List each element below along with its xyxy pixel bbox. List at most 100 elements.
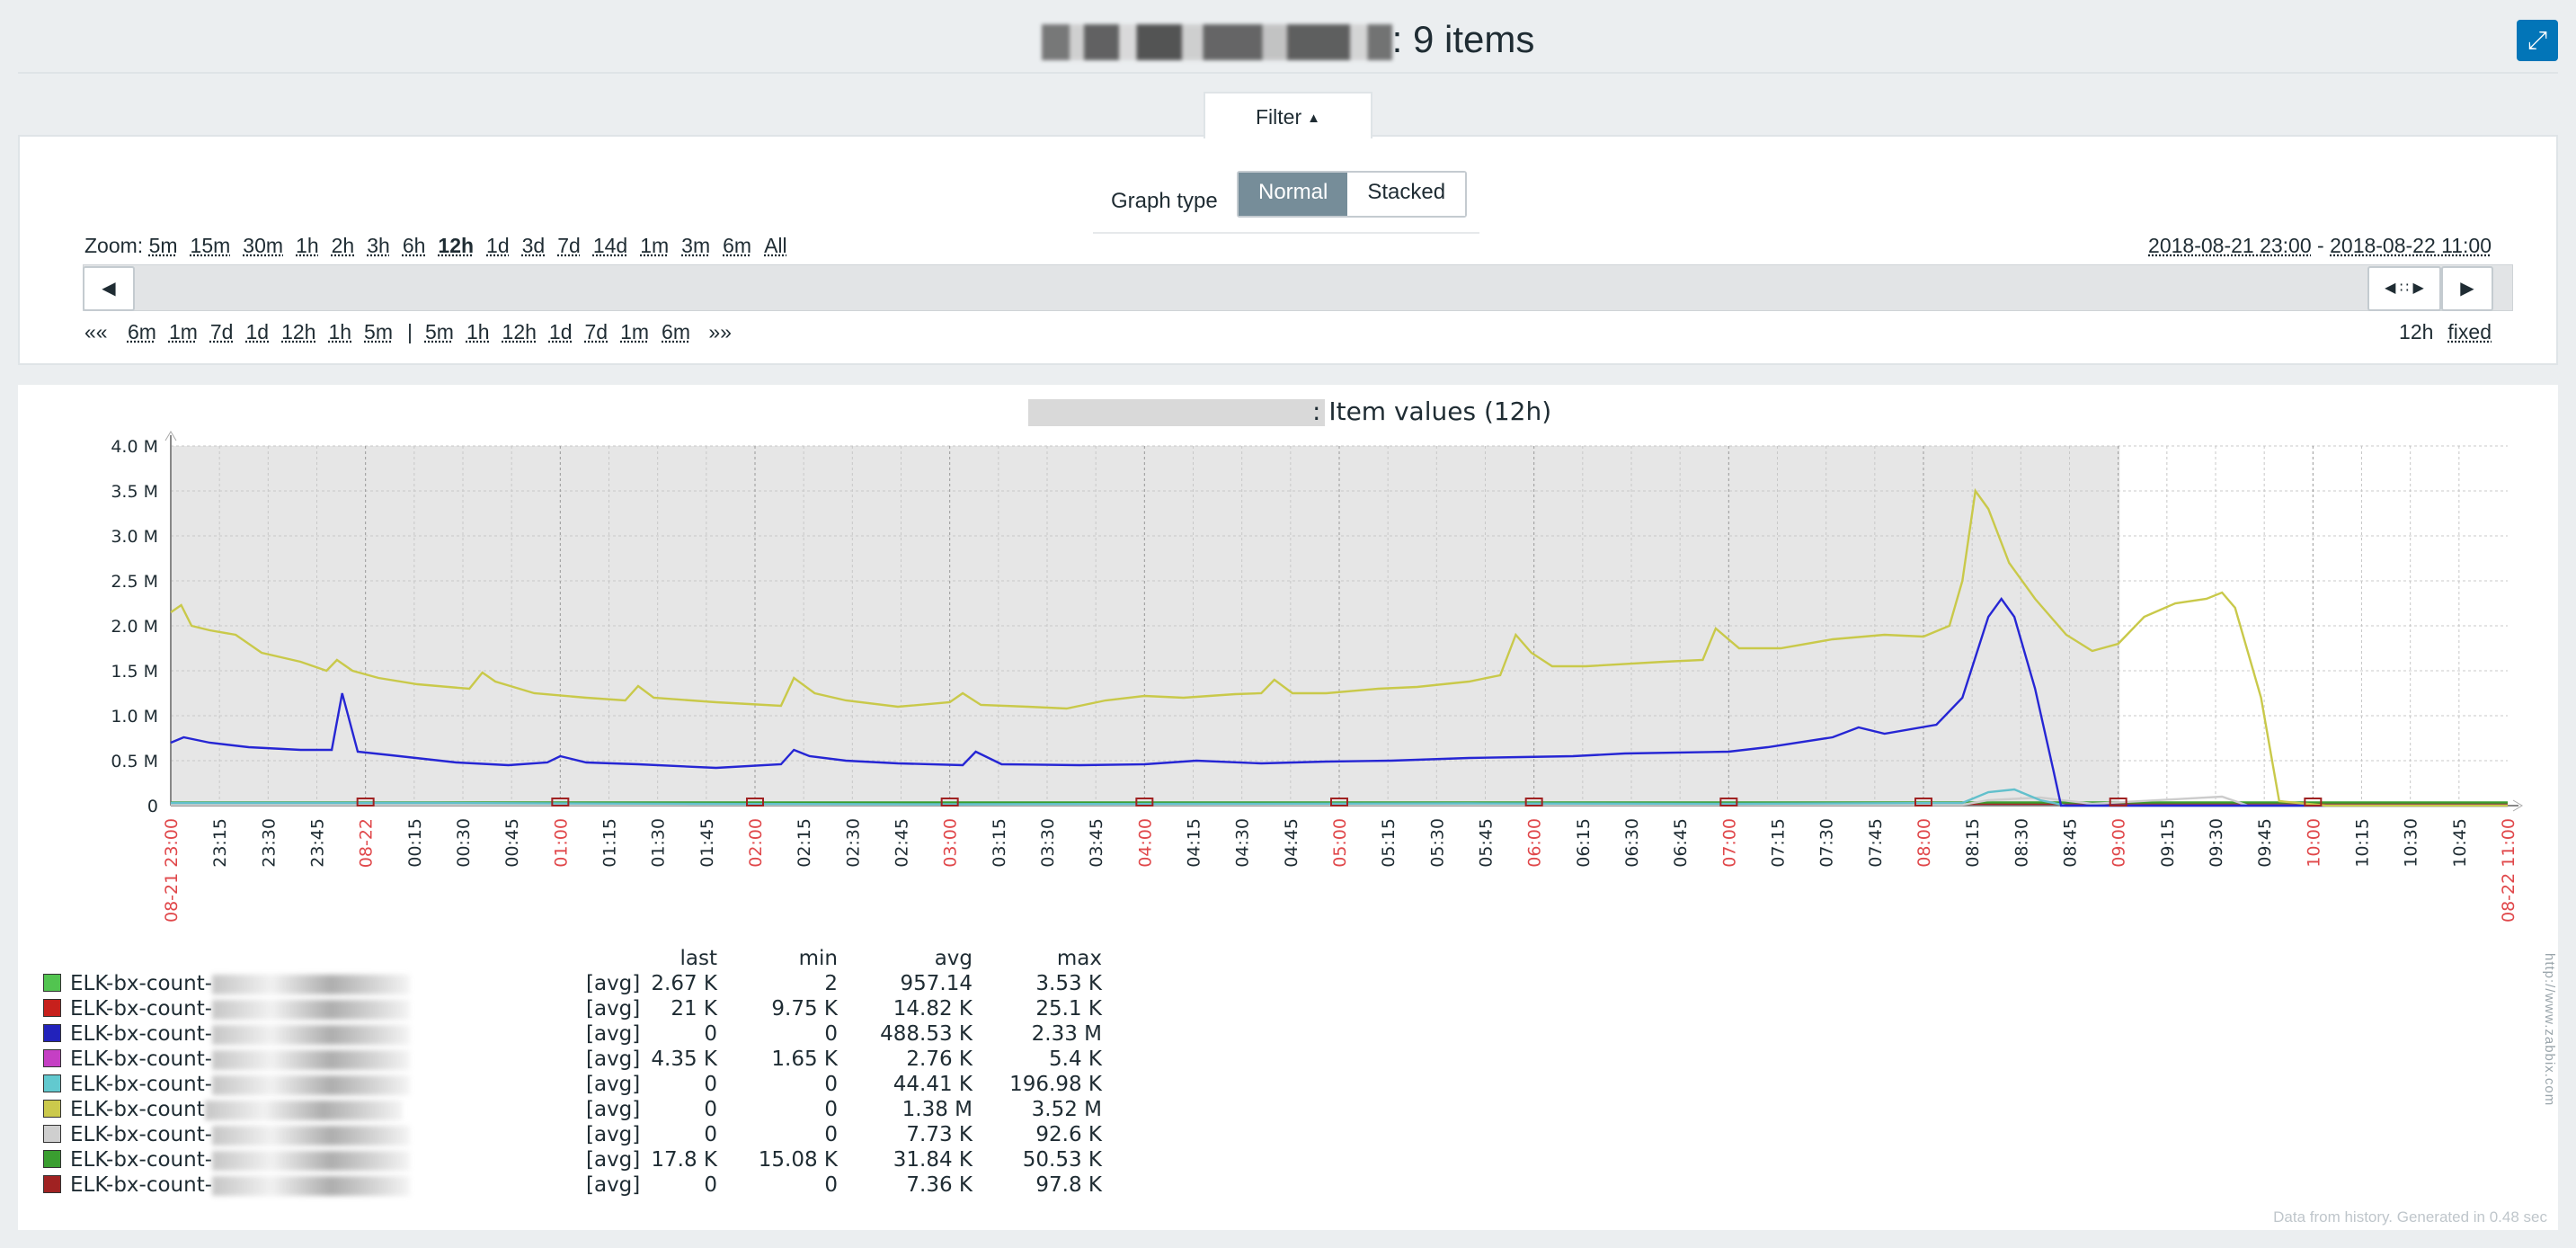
legend-last: 0 — [704, 1073, 717, 1096]
x-tick-label: 09:30 — [2207, 818, 2226, 868]
nav-back-7d[interactable]: 7d — [210, 320, 234, 343]
nav-back-6m[interactable]: 6m — [128, 320, 156, 343]
range-from-link[interactable]: 2018-08-21 23:00 — [2148, 234, 2312, 257]
fullscreen-icon[interactable]: ⤢ — [2517, 20, 2558, 61]
nav-back-12h[interactable]: 12h — [281, 320, 315, 343]
redacted-item-name — [212, 974, 411, 994]
legend-func: [avg] — [586, 1098, 641, 1121]
period-navigation: «« 6m 1m 7d 1d 12h 1h 5m | 5m 1h 12h 1d 7d 1m 6m »» — [84, 316, 732, 347]
timeline-scrollbar[interactable] — [83, 264, 2513, 311]
legend-last: 0 — [704, 1123, 717, 1146]
filter-tab-label: Filter — [1256, 105, 1302, 129]
nav-forward-1d[interactable]: 1d — [549, 320, 573, 343]
legend-swatch — [43, 1150, 61, 1168]
x-tick-label: 05:00 — [1330, 818, 1350, 868]
nav-forward-7d[interactable]: 7d — [585, 320, 608, 343]
x-tick-label: 05:45 — [1477, 818, 1497, 868]
zoom-option-1d[interactable]: 1d — [486, 234, 510, 257]
nav-back-1h[interactable]: 1h — [328, 320, 351, 343]
scroll-right-button[interactable]: ▶ — [2441, 266, 2493, 311]
legend-func: [avg] — [586, 1123, 641, 1146]
zoom-option-All[interactable]: All — [764, 234, 787, 257]
zoom-option-2h[interactable]: 2h — [332, 234, 355, 257]
x-tick-label: 07:45 — [1866, 818, 1886, 868]
legend-func: [avg] — [586, 1148, 641, 1172]
x-tick-label: 06:45 — [1671, 818, 1691, 868]
legend-row: ELK-bx-count- [avg] 2.67 K 2 957.14 3.53 K — [43, 971, 1102, 996]
zoom-option-3m[interactable]: 3m — [681, 234, 710, 257]
x-tick-label: 03:15 — [990, 818, 1009, 868]
nav-forward-1m[interactable]: 1m — [620, 320, 649, 343]
graph-type-normal-button[interactable]: Normal — [1239, 173, 1348, 216]
x-tick-label: 02:45 — [893, 818, 912, 868]
time-range: 2018-08-21 23:00 - 2018-08-22 11:00 — [2148, 230, 2492, 261]
legend-avg: 2.76 K — [906, 1047, 973, 1071]
legend-swatch — [43, 1125, 61, 1143]
legend-max: 3.53 K — [1035, 972, 1102, 995]
generation-footer: Data from history. Generated in 0.48 sec — [2273, 1208, 2547, 1226]
zoom-option-14d[interactable]: 14d — [593, 234, 627, 257]
nav-forward-6m[interactable]: 6m — [662, 320, 690, 343]
zabbix-watermark: http://www.zabbix.com — [2542, 953, 2557, 1107]
x-tick-label: 09:45 — [2255, 818, 2275, 868]
legend-avg: 7.73 K — [906, 1123, 973, 1146]
redacted-item-name — [212, 999, 411, 1020]
legend-row: ELK-bx-count- [avg] 21 K 9.75 K 14.82 K 25.1 … — [43, 996, 1102, 1021]
redacted-item-name — [212, 1150, 411, 1171]
zoom-bar: Zoom: 5m 15m 30m 1h 2h 3h 6h 12h 1d 3d 7d 14d 1m 3m 6m… — [84, 230, 800, 261]
legend-item-name: ELK-bx-count- — [70, 972, 213, 995]
legend-swatch — [43, 1024, 61, 1042]
zoom-option-12h[interactable]: 12h — [438, 234, 474, 257]
x-tick-label: 07:30 — [1817, 818, 1837, 868]
arrow-left-icon: ◀ — [102, 279, 116, 299]
x-tick-label: 03:00 — [941, 818, 961, 868]
nav-forward-1h[interactable]: 1h — [466, 320, 490, 343]
nav-back-1d[interactable]: 1d — [245, 320, 269, 343]
range-separator: - — [2311, 234, 2331, 257]
x-tick-label: 09:15 — [2158, 818, 2178, 868]
zoom-option-30m[interactable]: 30m — [243, 234, 283, 257]
x-tick-label: 10:30 — [2402, 818, 2421, 868]
legend-item-name: ELK-bx-count- — [70, 1123, 213, 1146]
legend-max: 97.8 K — [1035, 1173, 1102, 1197]
filter-tab[interactable]: Filter ▲ — [1204, 92, 1372, 138]
x-tick-label: 02:15 — [795, 818, 814, 868]
zoom-option-3d[interactable]: 3d — [522, 234, 546, 257]
scroll-handle[interactable]: ◀ ∷ ▶ — [2367, 266, 2441, 311]
legend-last: 17.8 K — [651, 1148, 717, 1172]
nav-back-5m[interactable]: 5m — [364, 320, 393, 343]
legend-row: ELK-bx-count- [avg] 17.8 K 15.08 K 31.84 K 50… — [43, 1147, 1102, 1172]
legend-avg: 488.53 K — [880, 1022, 973, 1046]
x-tick-label: 09:00 — [2110, 818, 2129, 868]
scroll-left-button[interactable]: ◀ — [83, 266, 135, 311]
y-tick-label: 2.5 M — [111, 572, 158, 592]
zoom-option-1h[interactable]: 1h — [296, 234, 319, 257]
legend-min: 0 — [824, 1123, 838, 1146]
legend-avg: 31.84 K — [893, 1148, 973, 1172]
zoom-option-3h[interactable]: 3h — [367, 234, 390, 257]
zoom-option-6m[interactable]: 6m — [723, 234, 751, 257]
x-tick-label: 05:15 — [1379, 818, 1399, 868]
nav-forward-5m[interactable]: 5m — [425, 320, 454, 343]
zoom-option-1m[interactable]: 1m — [640, 234, 669, 257]
graph-type-label: Graph type — [1111, 189, 1218, 213]
legend-min: 0 — [824, 1098, 838, 1121]
zoom-option-5m[interactable]: 5m — [149, 234, 178, 257]
graph-type-stacked-button[interactable]: Stacked — [1347, 173, 1466, 216]
nav-back-label: «« — [84, 320, 108, 343]
zoom-option-15m[interactable]: 15m — [191, 234, 231, 257]
range-to-link[interactable]: 2018-08-22 11:00 — [2330, 234, 2492, 257]
zoom-option-6h[interactable]: 6h — [403, 234, 426, 257]
redacted-item-name — [212, 1175, 411, 1196]
fixed-toggle-link[interactable]: fixed — [2447, 320, 2492, 343]
nav-back-1m[interactable]: 1m — [169, 320, 198, 343]
x-tick-label: 04:15 — [1185, 818, 1204, 868]
zoom-option-7d[interactable]: 7d — [557, 234, 581, 257]
x-tick-label: 02:30 — [843, 818, 863, 868]
x-tick-label: 00:45 — [502, 818, 522, 868]
nav-forward-12h[interactable]: 12h — [502, 320, 537, 343]
legend-func: [avg] — [586, 1047, 641, 1071]
legend-swatch — [43, 1175, 61, 1193]
filter-panel: Graph type Normal Stacked Zoom: 5m 15m 30m… — [18, 135, 2558, 365]
legend-row: ELK-bx-count- [avg] 0 0 7.73 K 92.6 K — [43, 1122, 1102, 1147]
